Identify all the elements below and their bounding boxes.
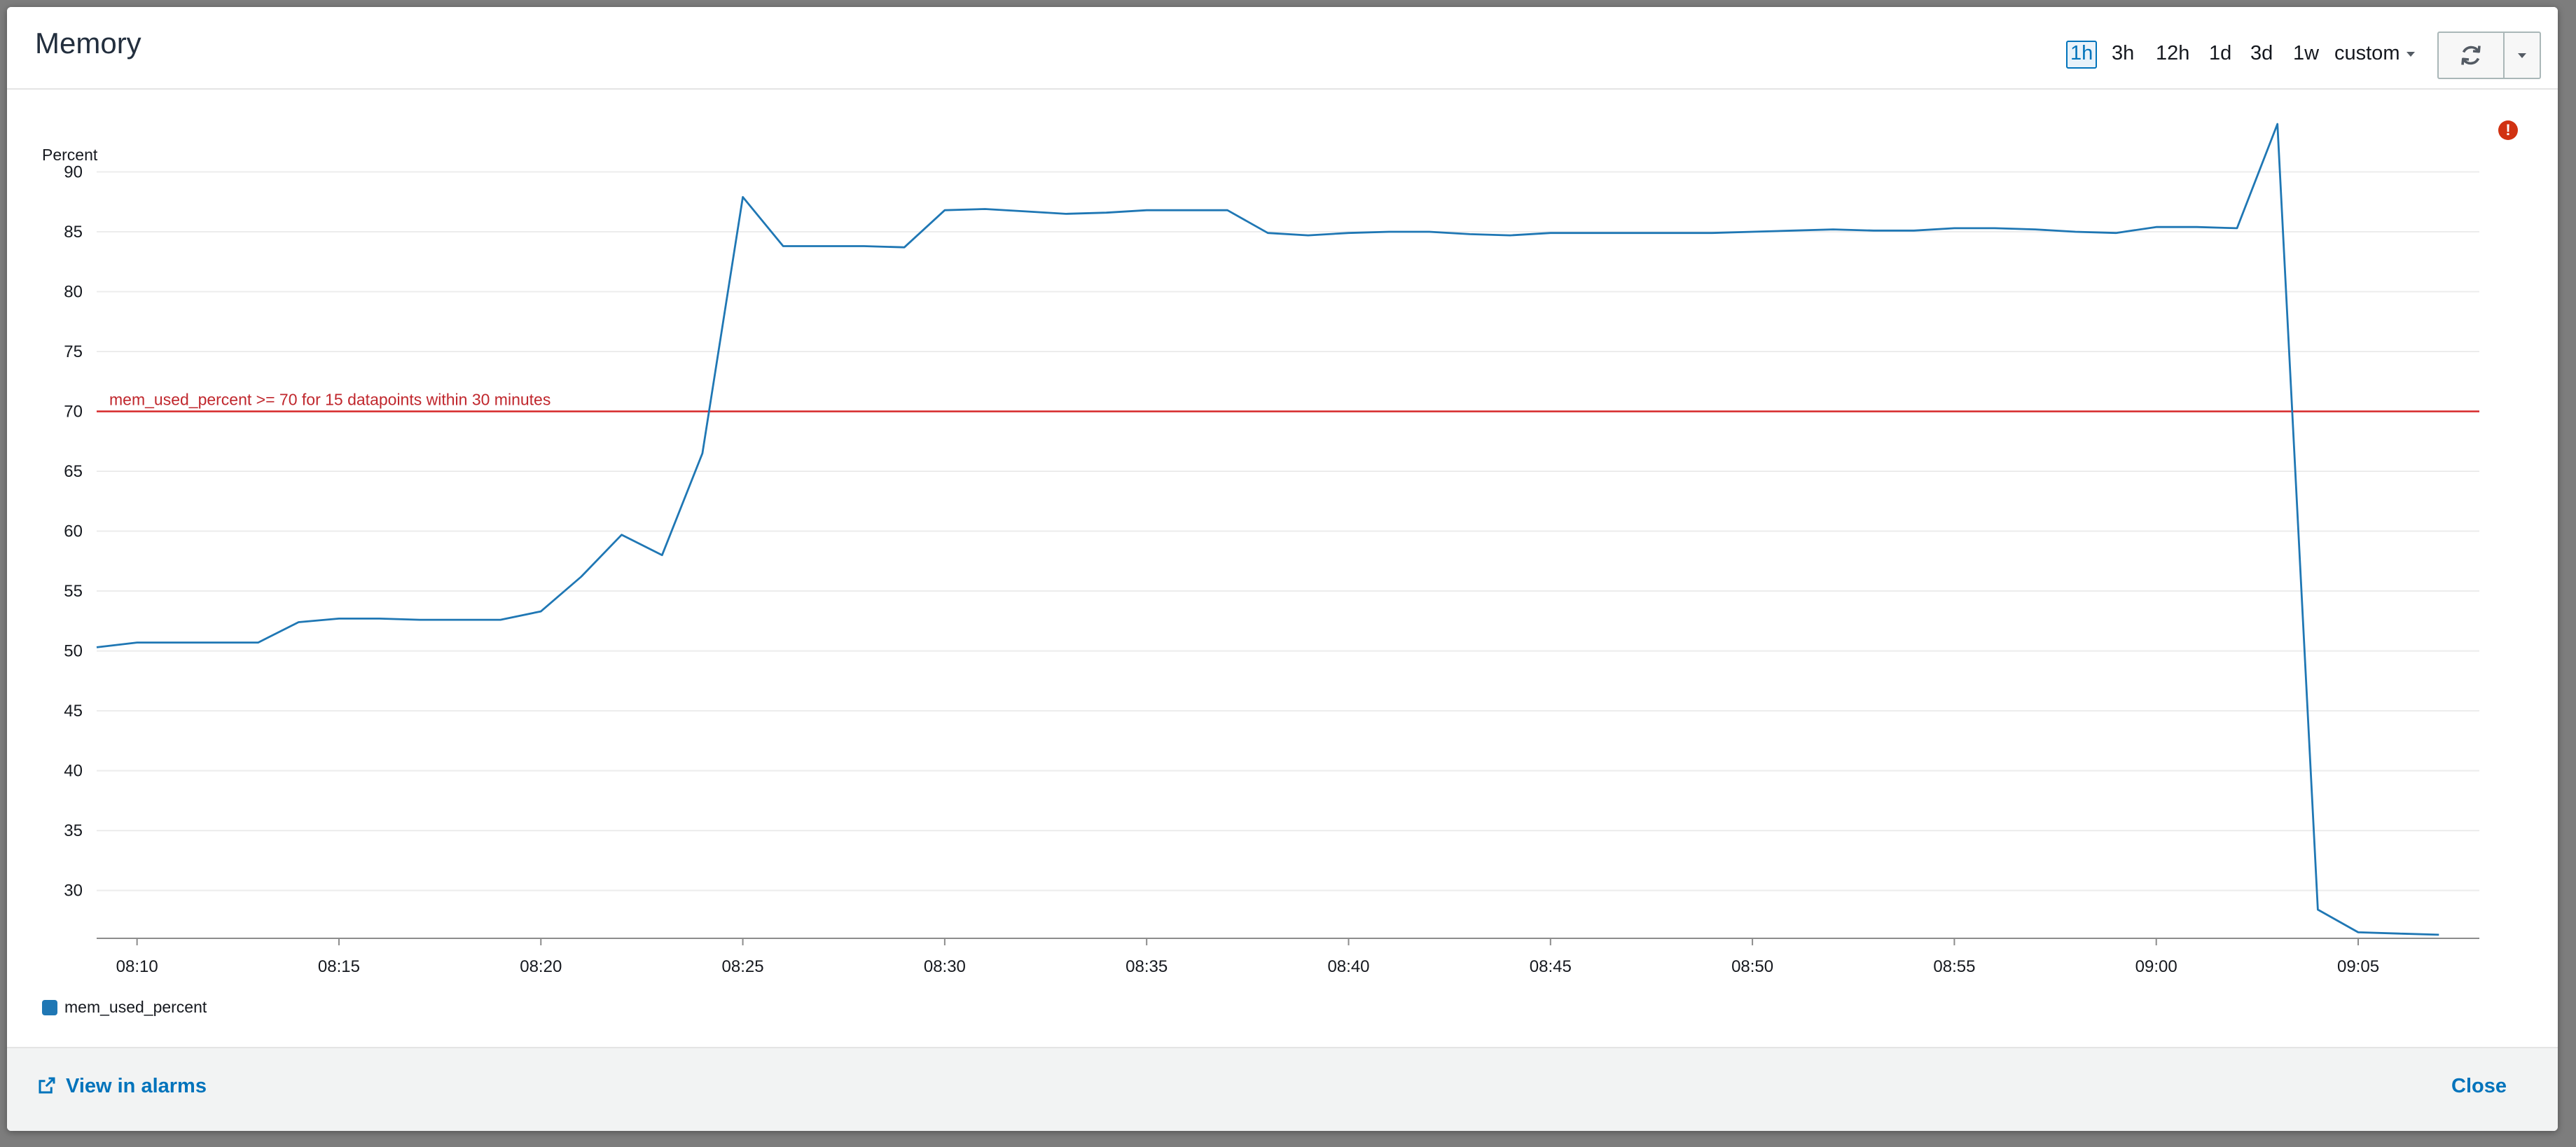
y-tick-label: 30: [64, 882, 83, 901]
y-tick-label: 50: [64, 642, 83, 661]
x-tick-label: 08:15: [318, 957, 360, 976]
x-axis-ticks: 08:10 08:15 08:20 08:25 08:30 08:35 08:40 08:45…: [116, 938, 2379, 976]
external-link-icon: [39, 1077, 55, 1094]
legend-label: mem_used_percent: [64, 998, 207, 1016]
x-tick-label: 09:05: [2337, 957, 2379, 976]
y-tick-label: 55: [64, 582, 83, 601]
x-tick-label: 08:35: [1126, 957, 1168, 976]
x-tick-label: 08:55: [1933, 957, 1975, 976]
y-tick-label: 70: [64, 403, 83, 422]
x-tick-label: 08:45: [1530, 957, 1572, 976]
view-in-alarms-label: View in alarms: [66, 1075, 207, 1097]
threshold-label: mem_used_percent >= 70 for 15 datapoints…: [109, 391, 550, 409]
y-tick-label: 35: [64, 821, 83, 840]
chart-grid: [97, 171, 2479, 939]
x-tick-label: 08:20: [520, 957, 562, 976]
y-tick-label: 75: [64, 342, 83, 361]
y-tick-label: 60: [64, 522, 83, 541]
series-line-mem_used_percent: [96, 123, 2439, 936]
x-tick-label: 08:40: [1327, 957, 1369, 976]
memory-graph-modal: Memory 1h 3h 12h 1d 3d 1w custom ! Perce…: [7, 7, 2558, 1131]
x-tick-label: 08:50: [1731, 957, 1773, 976]
x-tick-label: 09:00: [2135, 957, 2177, 976]
x-tick-label: 08:25: [722, 957, 764, 976]
x-tick-label: 08:10: [116, 957, 158, 976]
legend-swatch: [42, 999, 57, 1015]
x-tick-label: 08:30: [924, 957, 966, 976]
alarm-threshold: mem_used_percent >= 70 for 15 datapoints…: [97, 391, 2479, 412]
y-axis-ticks: 30 35 40 45 50 55 60 65 70 75 80 85 90: [64, 163, 83, 901]
y-tick-label: 90: [64, 163, 83, 182]
modal-footer: View in alarms Close: [7, 1047, 2558, 1131]
close-button[interactable]: Close: [2451, 1075, 2507, 1098]
y-tick-label: 40: [64, 762, 83, 781]
y-tick-label: 65: [64, 462, 83, 481]
y-tick-label: 80: [64, 283, 83, 302]
chart-series: [96, 123, 2439, 936]
y-tick-label: 85: [64, 223, 83, 242]
y-tick-label: 45: [64, 702, 83, 721]
view-in-alarms-link[interactable]: View in alarms: [36, 1075, 207, 1098]
memory-line-chart: 30354045505560657075808590 08:10 08:15 08:…: [64, 123, 2479, 976]
chart-legend[interactable]: mem_used_percent: [42, 998, 207, 1017]
